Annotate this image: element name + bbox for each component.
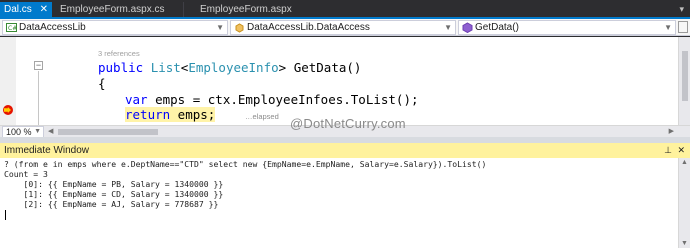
project-name: DataAccessLib — [19, 22, 86, 33]
member-name: GetData() — [475, 22, 519, 33]
collapse-toggle-icon[interactable]: − — [34, 61, 43, 70]
close-icon[interactable]: ✕ — [677, 144, 685, 157]
class-dropdown[interactable]: DataAccessLib.DataAccess ▼ — [230, 20, 456, 35]
scroll-left-icon[interactable]: ◀ — [48, 127, 53, 135]
perftip-elapsed[interactable]: …elapsed — [245, 112, 279, 121]
output-line: [2]: {{ EmpName = AJ, Salary = 778687 }} — [4, 199, 219, 209]
scroll-down-icon[interactable]: ▼ — [681, 240, 688, 247]
project-dropdown[interactable]: C# DataAccessLib ▼ — [2, 20, 228, 35]
split-window-icon[interactable] — [678, 21, 688, 33]
code-line-var: var emps = ctx.EmployeeInfoes.ToList(); — [125, 92, 419, 108]
code-line-return: return emps; — [125, 107, 216, 123]
document-tab-strip: Dal.cs ✕ EmployeeForm.aspx.cs EmployeeFo… — [0, 0, 690, 18]
pin-icon[interactable]: ⊥ — [664, 144, 672, 157]
tab-label: Dal.cs — [4, 4, 32, 15]
type-name: EmployeeInfo — [188, 60, 279, 75]
output-line: ? (from e in emps where e.DeptName=="CTD… — [4, 159, 487, 169]
tab-label: EmployeeForm.aspx — [200, 4, 292, 15]
svg-text:C#: C# — [8, 25, 17, 32]
output-line: [0]: {{ EmpName = PB, Salary = 1340000 }… — [4, 179, 224, 189]
text-cursor — [5, 210, 6, 220]
tab-overflow-dropdown-icon[interactable]: ▾ — [679, 4, 684, 15]
chevron-down-icon: ▼ — [34, 128, 41, 135]
keyword: return — [125, 107, 171, 122]
code-text: > GetData() — [278, 60, 362, 75]
class-name: DataAccessLib.DataAccess — [247, 22, 370, 33]
code-line-brace: { — [98, 76, 106, 91]
scrollbar-thumb[interactable] — [682, 51, 688, 101]
code-editor[interactable]: − 3 references public List<EmployeeInfo>… — [0, 37, 690, 125]
output-line: Count = 3 — [4, 169, 48, 179]
tab-employeeform-aspx[interactable]: EmployeeForm.aspx — [196, 2, 292, 18]
current-statement-highlight: return emps; — [125, 107, 216, 122]
scroll-up-icon[interactable]: ▲ — [681, 159, 688, 166]
keyword: var — [125, 92, 148, 107]
tab-employeeform-aspx-cs[interactable]: EmployeeForm.aspx.cs — [56, 2, 184, 18]
class-icon — [235, 23, 244, 33]
watermark: @DotNetCurry.com — [290, 116, 406, 131]
codelens-references[interactable]: 3 references — [98, 49, 140, 58]
code-line-signature: public List<EmployeeInfo> GetData() — [98, 60, 361, 76]
chevron-down-icon: ▼ — [444, 23, 452, 32]
tab-label: EmployeeForm.aspx.cs — [60, 4, 165, 15]
zoom-level: 100 % — [6, 127, 32, 137]
immediate-window-titlebar: Immediate Window ⊥ ✕ — [0, 143, 690, 158]
code-text: emps; — [170, 107, 216, 122]
immediate-window-output[interactable]: ? (from e in emps where e.DeptName=="CTD… — [0, 158, 690, 248]
chevron-down-icon: ▼ — [664, 23, 672, 32]
method-icon — [462, 22, 473, 33]
editor-vertical-scrollbar[interactable] — [678, 37, 690, 125]
outline-guide — [38, 71, 39, 125]
code-text: emps = ctx.EmployeeInfoes.ToList(); — [147, 92, 419, 107]
immediate-window-title: Immediate Window — [4, 145, 90, 156]
scroll-right-icon[interactable]: ▶ — [669, 127, 674, 135]
close-icon[interactable]: ✕ — [40, 2, 48, 18]
output-line: [1]: {{ EmpName = CD, Salary = 1340000 }… — [4, 189, 224, 199]
chevron-down-icon: ▼ — [216, 23, 224, 32]
type-name: List — [150, 60, 181, 75]
navigation-bar: C# DataAccessLib ▼ DataAccessLib.DataAcc… — [0, 19, 690, 36]
csharp-project-icon: C# — [6, 23, 17, 32]
keyword: public — [98, 60, 144, 75]
tab-dal-cs[interactable]: Dal.cs ✕ — [0, 2, 52, 18]
horizontal-scrollbar-thumb[interactable] — [58, 129, 158, 135]
immediate-vertical-scrollbar[interactable]: ▲ ▼ — [678, 158, 690, 248]
member-dropdown[interactable]: GetData() ▼ — [458, 20, 676, 35]
